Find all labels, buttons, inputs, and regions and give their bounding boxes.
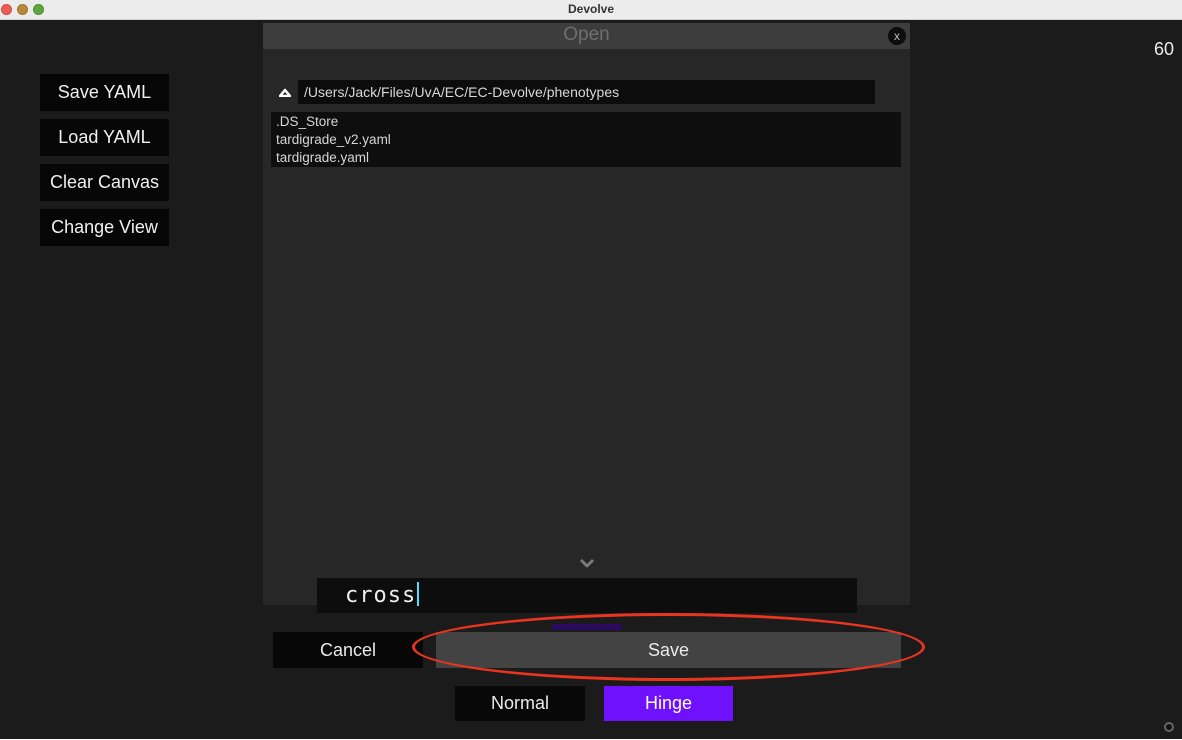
- close-icon: x: [894, 29, 900, 43]
- window-title: Devolve: [567, 2, 615, 16]
- scroll-down-indicator[interactable]: [578, 555, 596, 571]
- filename-text: cross: [345, 583, 417, 608]
- load-yaml-button[interactable]: Load YAML: [40, 119, 169, 156]
- parent-directory-button[interactable]: [276, 83, 294, 101]
- dialog-header: Open x: [263, 23, 910, 49]
- file-item[interactable]: tardigrade.yaml: [276, 149, 901, 167]
- hidden-mode-button-edge: [552, 624, 622, 630]
- change-view-button[interactable]: Change View: [40, 209, 169, 246]
- directory-path-field[interactable]: /Users/Jack/Files/UvA/EC/EC-Devolve/phen…: [298, 80, 875, 104]
- file-item[interactable]: .DS_Store: [276, 113, 901, 131]
- up-arrow-icon: [279, 88, 291, 97]
- dialog-title: Open: [563, 24, 610, 45]
- chevron-down-icon: [579, 558, 595, 568]
- cancel-button[interactable]: Cancel: [273, 632, 423, 668]
- normal-mode-button[interactable]: Normal: [455, 686, 585, 721]
- filename-input[interactable]: cross: [317, 578, 857, 613]
- dialog-close-button[interactable]: x: [888, 27, 906, 45]
- window-titlebar: Devolve: [0, 0, 1182, 20]
- file-item[interactable]: tardigrade_v2.yaml: [276, 131, 901, 149]
- hinge-mode-button[interactable]: Hinge: [604, 686, 733, 721]
- clear-canvas-button[interactable]: Clear Canvas: [40, 164, 169, 201]
- save-button[interactable]: Save: [436, 632, 901, 668]
- file-list: .DS_Store tardigrade_v2.yaml tardigrade.…: [271, 112, 901, 167]
- save-yaml-button[interactable]: Save YAML: [40, 74, 169, 111]
- text-caret: [417, 582, 420, 606]
- resize-grip-icon[interactable]: [1164, 722, 1174, 732]
- file-dialog: Open x /Users/Jack/Files/UvA/EC/EC-Devol…: [263, 23, 910, 605]
- fps-counter: 60: [1153, 39, 1174, 59]
